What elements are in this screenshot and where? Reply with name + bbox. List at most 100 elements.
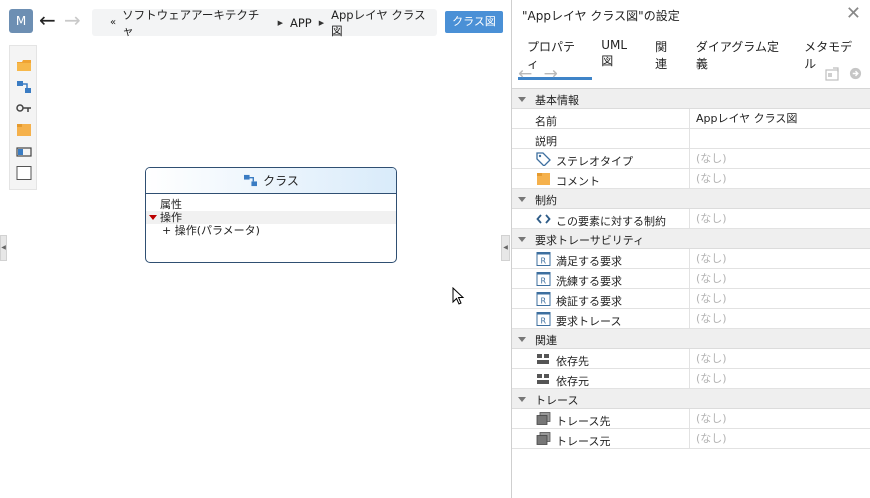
operations-label: 操作 (160, 211, 182, 224)
comment-icon (536, 172, 551, 186)
property-row[interactable]: R 満足する要求 (なし) (512, 249, 870, 269)
property-row[interactable]: 説明 (512, 129, 870, 149)
property-value[interactable]: (なし) (690, 349, 870, 368)
model-button[interactable]: M (9, 9, 33, 33)
breadcrumb-item[interactable]: APP (290, 16, 312, 30)
property-row[interactable]: 依存先 (なし) (512, 349, 870, 369)
operation-item[interactable]: + 操作(パラメータ) (146, 224, 396, 237)
property-name: トレース先 (556, 415, 611, 428)
forward-arrow-icon[interactable]: → (64, 8, 81, 32)
property-value[interactable]: (なし) (690, 429, 870, 448)
property-row[interactable]: コメント (なし) (512, 169, 870, 189)
breadcrumb-item-current: Appレイヤ クラス図 (331, 7, 426, 38)
property-row[interactable]: トレース先 (なし) (512, 409, 870, 429)
model-element-icon[interactable] (825, 67, 839, 81)
go-arrow-icon[interactable] (849, 67, 862, 80)
property-name: 名前 (535, 115, 557, 128)
operations-compartment[interactable]: 操作 (146, 211, 396, 224)
property-name-cell: トレース先 (512, 409, 690, 428)
svg-text:R: R (541, 257, 547, 266)
requirement-icon: R (536, 292, 551, 306)
forward-arrow-icon[interactable]: → (544, 64, 558, 84)
svg-text:R: R (541, 277, 547, 286)
property-name-cell: 依存先 (512, 349, 690, 368)
collapse-triangle-icon[interactable] (518, 237, 526, 242)
class-icon[interactable] (16, 80, 32, 94)
property-value[interactable]: (なし) (690, 309, 870, 328)
property-name-cell: コメント (512, 169, 690, 188)
folder-icon[interactable] (16, 58, 32, 72)
tab-relations[interactable]: 関連 (646, 36, 687, 80)
requirement-icon: R (536, 312, 551, 326)
property-value[interactable]: (なし) (690, 409, 870, 428)
expand-triangle-icon[interactable] (149, 215, 157, 220)
diagram-type-button[interactable]: クラス図 (445, 11, 503, 33)
property-row[interactable]: トレース元 (なし) (512, 429, 870, 449)
collapse-triangle-icon[interactable] (518, 197, 526, 202)
requirement-icon: R (536, 252, 551, 266)
property-row[interactable]: R 要求トレース (なし) (512, 309, 870, 329)
requirement-icon: R (536, 272, 551, 286)
diagram-editor: M ← → « ソフトウェアアーキテクチャ ▶ APP ▶ Appレイヤ クラス… (0, 0, 511, 498)
property-row[interactable]: 依存元 (なし) (512, 369, 870, 389)
section-header[interactable]: 要求トレーサビリティ (512, 229, 870, 249)
property-name: トレース元 (556, 435, 611, 448)
property-value[interactable]: (なし) (690, 149, 870, 168)
panel-toolbar (825, 67, 862, 81)
close-icon[interactable]: ✕ (846, 3, 861, 24)
property-row[interactable]: ステレオタイプ (なし) (512, 149, 870, 169)
property-row[interactable]: R 検証する要求 (なし) (512, 289, 870, 309)
property-row[interactable]: 名前 Appレイヤ クラス図 (512, 109, 870, 129)
property-value[interactable]: Appレイヤ クラス図 (690, 109, 870, 128)
property-value[interactable]: (なし) (690, 169, 870, 188)
property-value[interactable]: (なし) (690, 269, 870, 288)
back-arrow-icon[interactable]: ← (39, 8, 56, 32)
association-icon[interactable] (16, 101, 32, 115)
property-row[interactable]: R 洗練する要求 (なし) (512, 269, 870, 289)
property-name-cell: トレース元 (512, 429, 690, 448)
collapse-triangle-icon[interactable] (518, 97, 526, 102)
class-element[interactable]: クラス 属性 操作 + 操作(パラメータ) (145, 167, 397, 263)
section-header[interactable]: 制約 (512, 189, 870, 209)
collapse-triangle-icon[interactable] (518, 337, 526, 342)
properties-panel: "Appレイヤ クラス図"の設定 ✕ プロパティ UML図 関連 ダイアグラム定… (511, 0, 870, 498)
property-name: 満足する要求 (556, 255, 622, 268)
property-value[interactable]: (なし) (690, 249, 870, 268)
dependency-icon (536, 372, 551, 386)
section-header[interactable]: トレース (512, 389, 870, 409)
collapse-triangle-icon[interactable] (518, 397, 526, 402)
class-title: クラス (263, 174, 299, 188)
panel-tabs: プロパティ UML図 関連 ダイアグラム定義 メタモデル (518, 36, 870, 80)
mouse-cursor-icon (452, 287, 465, 305)
breadcrumb-separator-icon: ▶ (318, 18, 325, 27)
property-value[interactable]: (なし) (690, 209, 870, 228)
interface-icon[interactable] (16, 145, 32, 159)
back-arrow-icon[interactable]: ← (518, 64, 532, 84)
section-label: トレース (535, 394, 579, 407)
attributes-compartment[interactable]: 属性 (146, 198, 396, 211)
property-value[interactable]: (なし) (690, 369, 870, 388)
property-name: 洗練する要求 (556, 275, 622, 288)
tab-diagram-definition[interactable]: ダイアグラム定義 (687, 36, 795, 80)
tag-icon (536, 152, 551, 167)
svg-text:R: R (541, 297, 547, 306)
class-icon (244, 174, 258, 187)
property-value[interactable] (690, 129, 870, 148)
property-row[interactable]: この要素に対する制約 (なし) (512, 209, 870, 229)
tab-uml-diagram[interactable]: UML図 (592, 36, 646, 80)
property-value[interactable]: (なし) (690, 289, 870, 308)
section-label: 要求トレーサビリティ (535, 234, 645, 247)
collapse-right-handle[interactable]: ◀ (501, 235, 510, 261)
collapse-left-handle[interactable]: ◀ (0, 235, 7, 261)
rectangle-icon[interactable] (16, 166, 32, 180)
section-header[interactable]: 基本情報 (512, 89, 870, 109)
property-name-cell: 説明 (512, 129, 690, 148)
tool-palette (9, 45, 37, 190)
breadcrumb-separator-icon: ▶ (277, 18, 283, 27)
breadcrumb-collapse-icon[interactable]: « (110, 17, 116, 28)
property-name-cell: 名前 (512, 109, 690, 128)
note-icon[interactable] (16, 123, 32, 137)
breadcrumb-item[interactable]: ソフトウェアアーキテクチャ (122, 7, 270, 39)
section-header[interactable]: 関連 (512, 329, 870, 349)
code-icon (536, 212, 551, 226)
